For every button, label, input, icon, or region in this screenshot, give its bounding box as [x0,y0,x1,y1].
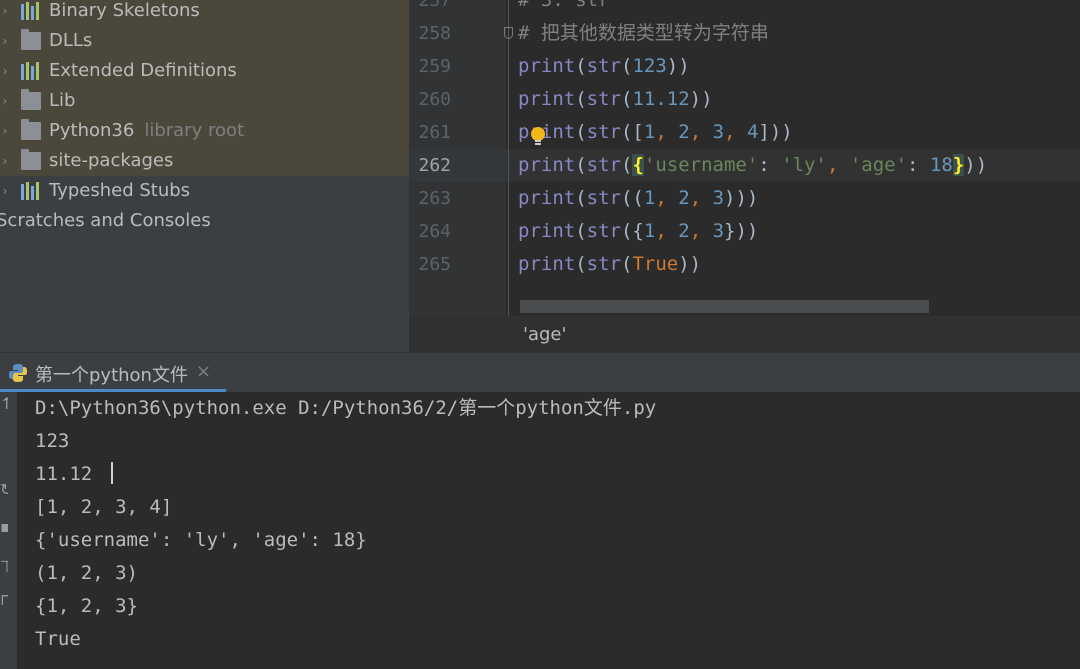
expand-arrow-icon[interactable]: › [0,0,10,26]
expand-arrow-icon[interactable]: › [0,146,10,176]
tree-item-label: site-packages [49,150,174,171]
tree-item-dlls[interactable]: › DLLs [0,26,409,56]
folder-icon [21,119,41,140]
line-number: 260 [418,89,451,110]
tree-item-label: Typeshed Stubs [49,180,191,201]
run-tab-bar: 第一个python文件 × [0,352,1080,393]
console-output-line: 11.12 [35,463,93,485]
rerun-icon[interactable]: ↻ [0,480,8,499]
run-toolbar: ↑ ↻ ▪ ⊤ ⊓ [0,392,17,669]
close-icon[interactable]: × [196,361,211,382]
console-output-line: True [35,628,81,650]
breadcrumb-item[interactable]: 'age' [523,324,566,345]
line-number: 263 [418,188,451,209]
breadcrumb-bar: 'age' [409,316,1080,352]
tree-item-label: Binary Skeletons [49,0,200,21]
code-line-261: print(str([1, 2, 3, 4])) [518,121,793,143]
console-output-line: (1, 2, 3) [35,562,138,584]
folder-icon [21,29,41,50]
code-line-257: # 3. str [518,0,610,11]
python-icon [9,364,27,382]
run-console[interactable]: D:\Python36\python.exe D:/Python36/2/第一个… [17,392,1080,669]
project-tree-panel: › Binary Skeletons › DLLs › Extended Def… [0,0,409,352]
gutter-separator [508,0,509,316]
expand-arrow-icon[interactable]: › [0,176,10,206]
expand-arrow-icon[interactable]: › [0,56,10,86]
code-line-265: print(str(True)) [518,253,702,275]
code-line-262: print(str({'username': 'ly', 'age': 18})… [518,154,988,176]
expand-arrow-icon[interactable]: › [0,116,10,146]
code-line-264: print(str({1, 2, 3})) [518,220,759,242]
line-number: 261 [418,122,451,143]
library-icon [21,182,41,200]
tree-item-python36[interactable]: › Python36 library root [0,116,409,146]
tree-item-scratches[interactable]: Scratches and Consoles [0,206,405,236]
scratches-label: Scratches and Consoles [0,210,211,231]
tree-item-lib[interactable]: › Lib [0,86,409,116]
arrow-up-icon[interactable]: ↑ [0,394,8,413]
text-caret [111,462,113,484]
tree-item-binary-skeletons[interactable]: › Binary Skeletons [0,0,409,26]
tree-item-label: Extended Definitions [49,60,237,81]
library-icon [21,2,41,20]
stop-icon[interactable]: ▪ [0,517,8,536]
line-number: 257 [418,0,451,11]
code-line-260: print(str(11.12)) [518,88,713,110]
line-number: 265 [418,254,451,275]
fold-marker-icon[interactable] [504,27,513,39]
console-output-line: 123 [35,430,70,452]
console-output-line: [1, 2, 3, 4] [35,496,173,518]
tree-item-site-packages[interactable]: › site-packages [0,146,409,176]
tree-item-name: Python36 [49,120,135,141]
line-number: 259 [418,56,451,77]
tree-item-label: Lib [49,90,76,111]
line-number-current: 262 [418,155,451,176]
lightbulb-icon[interactable] [530,127,546,147]
horizontal-scrollbar[interactable] [520,300,929,313]
line-number: 258 [418,23,451,44]
code-editor[interactable]: 257 258 259 260 261 262 263 264 265 # 3.… [409,0,1080,352]
code-line-263: print(str((1, 2, 3))) [518,187,759,209]
line-number: 264 [418,221,451,242]
tree-item-typeshed-stubs[interactable]: › Typeshed Stubs [0,176,409,206]
folder-icon [21,149,41,170]
expand-arrow-icon[interactable]: › [0,86,10,116]
print-icon[interactable]: ⊓ [0,590,8,609]
console-output-line: {'username': 'ly', 'age': 18} [35,529,367,551]
pin-icon[interactable]: ⊤ [0,557,8,576]
folder-icon [21,89,41,110]
console-command: D:\Python36\python.exe D:/Python36/2/第一个… [35,397,657,419]
code-line-258: # 把其他数据类型转为字符串 [518,22,769,44]
tree-item-extended-definitions[interactable]: › Extended Definitions [0,56,409,86]
run-tab-title: 第一个python文件 [35,365,188,386]
library-root-hint: library root [144,120,245,141]
tree-item-label: DLLs [49,30,93,51]
run-tab[interactable]: 第一个python文件 × [0,353,226,393]
code-line-259: print(str(123)) [518,55,690,77]
library-icon [21,62,41,80]
expand-arrow-icon[interactable]: › [0,26,10,56]
console-output-line: {1, 2, 3} [35,595,138,617]
tree-item-label: Python36 library root [49,116,244,146]
